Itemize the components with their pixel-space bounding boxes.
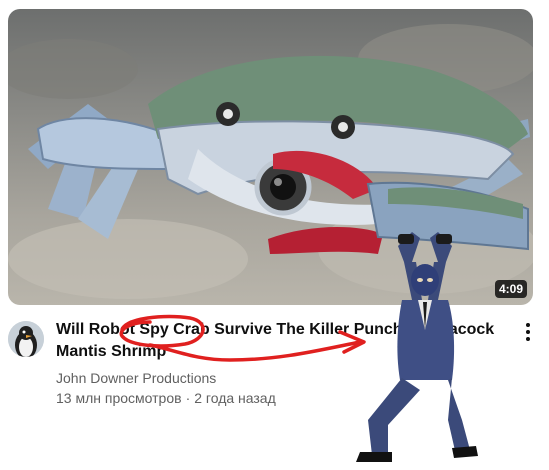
channel-avatar[interactable] bbox=[8, 321, 44, 357]
video-card: 4:09 Will Robot Spy Crab Survive The Kil… bbox=[0, 0, 549, 470]
upload-age: 2 года назад bbox=[194, 390, 276, 406]
stats-separator: · bbox=[185, 390, 191, 406]
thumbnail-image bbox=[8, 24, 533, 299]
channel-name[interactable]: John Downer Productions bbox=[56, 370, 496, 386]
video-stats: 13 млн просмотров · 2 года назад bbox=[56, 390, 496, 406]
penguin-avatar-icon bbox=[8, 321, 44, 357]
video-meta: Will Robot Spy Crab Survive The Killer P… bbox=[56, 319, 496, 406]
more-vert-icon[interactable] bbox=[518, 320, 538, 344]
duration-badge: 4:09 bbox=[494, 280, 527, 298]
video-thumbnail[interactable]: 4:09 bbox=[8, 9, 533, 305]
view-count: 13 млн просмотров bbox=[56, 390, 182, 406]
video-title[interactable]: Will Robot Spy Crab Survive The Killer P… bbox=[56, 319, 496, 363]
